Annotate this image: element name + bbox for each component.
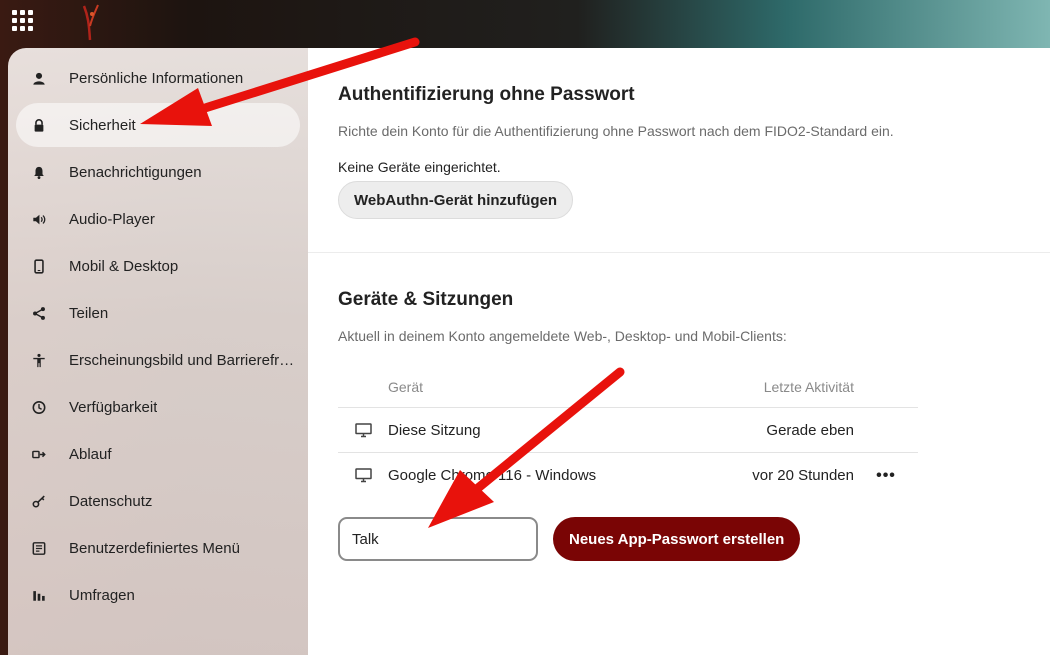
logo-icon[interactable]: [78, 2, 104, 44]
table-row: Diese Sitzung Gerade eben: [338, 408, 918, 453]
column-last-activity: Letzte Aktivität: [763, 378, 854, 395]
main-content: Authentifizierung ohne Passwort Richte d…: [308, 48, 1050, 655]
sidebar-item-label: Datenschutz: [69, 492, 153, 510]
app-name-input[interactable]: [338, 517, 538, 561]
menu-icon: [32, 540, 46, 556]
sidebar-item-availability[interactable]: Verfügbarkeit: [16, 385, 300, 429]
phone-icon: [32, 258, 46, 274]
accessibility-icon: [32, 352, 46, 368]
sidebar-item-label: Benachrichtigungen: [69, 163, 202, 181]
sessions-title: Geräte & Sitzungen: [338, 289, 514, 310]
passwordless-status: Keine Geräte eingerichtet.: [338, 159, 501, 175]
sidebar-item-label: Verfügbarkeit: [69, 398, 158, 416]
session-activity: vor 20 Stunden: [752, 467, 854, 484]
sidebar-item-notifications[interactable]: Benachrichtigungen: [16, 150, 300, 194]
passwordless-title: Authentifizierung ohne Passwort: [338, 84, 635, 105]
passwordless-section: Authentifizierung ohne Passwort Richte d…: [308, 48, 1050, 253]
sidebar-item-security[interactable]: Sicherheit: [16, 103, 300, 147]
app-menu-grid-icon[interactable]: [12, 10, 34, 32]
sidebar-item-label: Teilen: [69, 304, 109, 322]
sidebar-item-label: Umfragen: [69, 586, 135, 604]
sidebar-item-polls[interactable]: Umfragen: [16, 573, 300, 617]
add-webauthn-device-button[interactable]: WebAuthn-Gerät hinzufügen: [338, 181, 574, 219]
share-icon: [32, 305, 46, 321]
create-app-password-button[interactable]: Neues App-Passwort erstellen: [553, 517, 801, 561]
sidebar-item-personal-info[interactable]: Persönliche Informationen: [16, 56, 300, 100]
sidebar-item-label: Benutzerdefiniertes Menü: [69, 539, 240, 557]
clock-icon: [32, 399, 46, 415]
sidebar-item-custom-menu[interactable]: Benutzerdefiniertes Menü: [16, 526, 300, 570]
sidebar-item-label: Audio-Player: [69, 210, 155, 228]
speaker-icon: [32, 211, 46, 227]
column-device: Gerät: [388, 378, 424, 395]
sidebar-item-mobile-desktop[interactable]: Mobil & Desktop: [16, 244, 300, 288]
sidebar-item-appearance[interactable]: Erscheinungsbild und Barrierefre...: [16, 338, 300, 382]
poll-icon: [32, 587, 46, 603]
flow-icon: [32, 446, 46, 462]
sidebar-item-sharing[interactable]: Teilen: [16, 291, 300, 335]
monitor-icon: [338, 468, 388, 483]
session-activity: Gerade eben: [766, 421, 854, 439]
sessions-table: Gerät Letzte Aktivität Diese Sitzung Ger…: [338, 366, 918, 498]
table-row: Google Chrome 116 - Windows vor 20 Stund…: [338, 453, 918, 498]
bell-icon: [32, 164, 46, 180]
top-bar: [0, 0, 1050, 48]
sidebar-item-label: Sicherheit: [69, 116, 136, 134]
monitor-icon: [338, 422, 388, 438]
sidebar-item-audio-player[interactable]: Audio-Player: [16, 197, 300, 241]
table-header: Gerät Letzte Aktivität: [338, 366, 918, 408]
sidebar-item-label: Erscheinungsbild und Barrierefre...: [69, 351, 299, 369]
key-icon: [32, 493, 46, 509]
sidebar-item-label: Ablauf: [69, 445, 112, 463]
session-actions-menu-icon[interactable]: •••: [876, 467, 896, 485]
sidebar-item-privacy[interactable]: Datenschutz: [16, 479, 300, 523]
session-device: Diese Sitzung: [388, 421, 481, 439]
settings-sidebar: Persönliche Informationen Sicherheit Ben…: [8, 48, 308, 655]
sidebar-item-label: Persönliche Informationen: [69, 69, 244, 87]
lock-icon: [32, 117, 46, 133]
user-icon: [32, 70, 46, 86]
sessions-hint: Aktuell in deinem Konto angemeldete Web-…: [338, 328, 787, 344]
sidebar-item-label: Mobil & Desktop: [69, 257, 179, 275]
passwordless-hint: Richte dein Konto für die Authentifizier…: [338, 123, 894, 139]
session-device: Google Chrome 116 - Windows: [388, 467, 597, 484]
sidebar-item-flow[interactable]: Ablauf: [16, 432, 300, 476]
